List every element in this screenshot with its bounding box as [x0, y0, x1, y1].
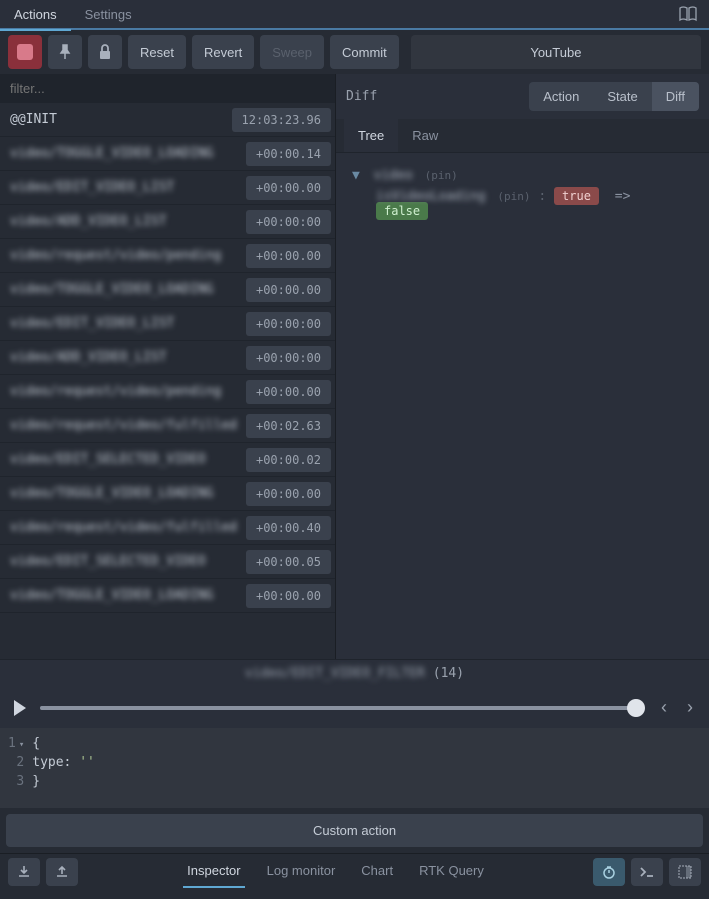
action-row[interactable]: video/TOGGLE_VIDEO_LOADING+00:00.00 [0, 579, 335, 613]
code-editor[interactable]: 1▾ 2 3 { type: '' } [0, 728, 709, 808]
play-button[interactable] [12, 699, 28, 717]
tab-log-monitor[interactable]: Log monitor [263, 855, 340, 888]
download-icon[interactable] [8, 858, 40, 886]
action-timestamp: +00:00:00 [246, 210, 331, 234]
action-row[interactable]: video/TOGGLE_VIDEO_LOADING+00:00.00 [0, 477, 335, 511]
action-name: video/EDIT_SELECTED_VIDEO [0, 554, 246, 569]
action-timestamp: +00:00.00 [246, 244, 331, 268]
action-name: video/request/video/pending [0, 384, 246, 399]
action-timestamp: 12:03:23.96 [232, 108, 331, 132]
raw-tab[interactable]: Raw [398, 119, 452, 152]
action-row[interactable]: video/request/video/pending+00:00.00 [0, 239, 335, 273]
action-timestamp: +00:00.00 [246, 584, 331, 608]
diff-arrow: => [615, 189, 631, 204]
action-row[interactable]: video/TOGGLE_VIDEO_LOADING+00:00.00 [0, 273, 335, 307]
action-timestamp: +00:00.00 [246, 176, 331, 200]
action-row[interactable]: video/request/video/fulfilled+00:02.63 [0, 409, 335, 443]
tab-actions[interactable]: Actions [0, 0, 71, 31]
commit-button[interactable]: Commit [330, 35, 399, 69]
action-name: video/TOGGLE_VIDEO_LOADING [0, 146, 246, 161]
action-list-pane: @@INIT12:03:23.96video/TOGGLE_VIDEO_LOAD… [0, 74, 335, 659]
action-name: video/EDIT_SELECTED_VIDEO [0, 452, 246, 467]
tab-inspector[interactable]: Inspector [183, 855, 244, 888]
action-name: video/request/video/fulfilled [0, 520, 246, 535]
action-row[interactable]: video/EDIT_SELECTED_VIDEO+00:00.05 [0, 545, 335, 579]
playback-bar: video/EDIT_VIDEO_FILTER (14) ‹ › [0, 659, 709, 728]
instance-tab[interactable]: YouTube [411, 35, 701, 69]
tree-tab[interactable]: Tree [344, 119, 398, 152]
tab-chart[interactable]: Chart [357, 855, 397, 888]
seg-action[interactable]: Action [529, 82, 593, 111]
action-row[interactable]: video/EDIT_SELECTED_VIDEO+00:00.02 [0, 443, 335, 477]
seg-diff[interactable]: Diff [652, 82, 699, 111]
action-timestamp: +00:00.40 [246, 516, 331, 540]
docs-icon[interactable] [667, 0, 709, 28]
reset-button[interactable]: Reset [128, 35, 186, 69]
bottom-bar: Inspector Log monitor Chart RTK Query [0, 853, 709, 889]
action-row[interactable]: video/ADD_VIDEO_LIST+00:00:00 [0, 341, 335, 375]
action-name: video/ADD_VIDEO_LIST [0, 214, 246, 229]
action-row[interactable]: video/request/video/fulfilled+00:00.40 [0, 511, 335, 545]
sweep-button[interactable]: Sweep [260, 35, 324, 69]
diff-label: Diff [346, 89, 377, 104]
next-button[interactable]: › [683, 693, 697, 722]
action-timestamp: +00:00.00 [246, 380, 331, 404]
playback-slider[interactable] [40, 706, 645, 710]
playback-count: (14) [433, 666, 464, 681]
action-timestamp: +00:00.02 [246, 448, 331, 472]
action-timestamp: +00:00:00 [246, 312, 331, 336]
top-tab-bar: Actions Settings [0, 0, 709, 30]
detail-pane: Diff Action State Diff Tree Raw ▼ video … [335, 74, 709, 659]
timer-icon[interactable] [593, 858, 625, 886]
action-row[interactable]: video/EDIT_VIDEO_LIST+00:00.00 [0, 171, 335, 205]
tree-child-key[interactable]: isVideoLoading [376, 189, 486, 204]
tree-pin[interactable]: (pin) [497, 190, 530, 203]
toolbar: Reset Revert Sweep Commit YouTube [0, 30, 709, 74]
seg-state[interactable]: State [593, 82, 651, 111]
action-name: video/request/video/pending [0, 248, 246, 263]
prev-button[interactable]: ‹ [657, 693, 671, 722]
diff-to-value: false [376, 202, 428, 220]
action-name: video/EDIT_VIDEO_LIST [0, 180, 246, 195]
filter-input[interactable] [0, 74, 335, 103]
action-name: video/TOGGLE_VIDEO_LOADING [0, 588, 246, 603]
action-row[interactable]: video/ADD_VIDEO_LIST+00:00:00 [0, 205, 335, 239]
action-name: @@INIT [0, 112, 232, 127]
upload-icon[interactable] [46, 858, 78, 886]
record-button[interactable] [8, 35, 42, 69]
view-segmented-control: Action State Diff [529, 82, 699, 111]
action-name: video/TOGGLE_VIDEO_LOADING [0, 282, 246, 297]
action-timestamp: +00:00:00 [246, 346, 331, 370]
tab-settings[interactable]: Settings [71, 0, 146, 29]
action-name: video/ADD_VIDEO_LIST [0, 350, 246, 365]
diff-from-value: true [554, 187, 599, 205]
action-list[interactable]: @@INIT12:03:23.96video/TOGGLE_VIDEO_LOAD… [0, 103, 335, 659]
tree-content: ▼ video (pin) isVideoLoading (pin) : tru… [336, 153, 709, 659]
custom-action-button[interactable]: Custom action [6, 814, 703, 847]
action-timestamp: +00:00.05 [246, 550, 331, 574]
lock-button[interactable] [88, 35, 122, 69]
layout-icon[interactable] [669, 858, 701, 886]
action-timestamp: +00:00.00 [246, 482, 331, 506]
action-name: video/TOGGLE_VIDEO_LOADING [0, 486, 246, 501]
action-timestamp: +00:00.14 [246, 142, 331, 166]
action-timestamp: +00:00.00 [246, 278, 331, 302]
playback-action-name: video/EDIT_VIDEO_FILTER [245, 666, 425, 681]
console-icon[interactable] [631, 858, 663, 886]
tree-pin[interactable]: (pin) [425, 169, 458, 182]
pin-button[interactable] [48, 35, 82, 69]
action-row[interactable]: video/request/video/pending+00:00.00 [0, 375, 335, 409]
action-row[interactable]: video/EDIT_VIDEO_LIST+00:00:00 [0, 307, 335, 341]
slider-thumb[interactable] [627, 699, 645, 717]
action-name: video/request/video/fulfilled [0, 418, 246, 433]
action-timestamp: +00:02.63 [246, 414, 331, 438]
tree-collapse-icon[interactable]: ▼ [352, 168, 360, 183]
action-name: video/EDIT_VIDEO_LIST [0, 316, 246, 331]
action-row[interactable]: @@INIT12:03:23.96 [0, 103, 335, 137]
action-row[interactable]: video/TOGGLE_VIDEO_LOADING+00:00.14 [0, 137, 335, 171]
tab-rtk-query[interactable]: RTK Query [415, 855, 488, 888]
revert-button[interactable]: Revert [192, 35, 254, 69]
tree-root-key[interactable]: video [374, 168, 413, 183]
